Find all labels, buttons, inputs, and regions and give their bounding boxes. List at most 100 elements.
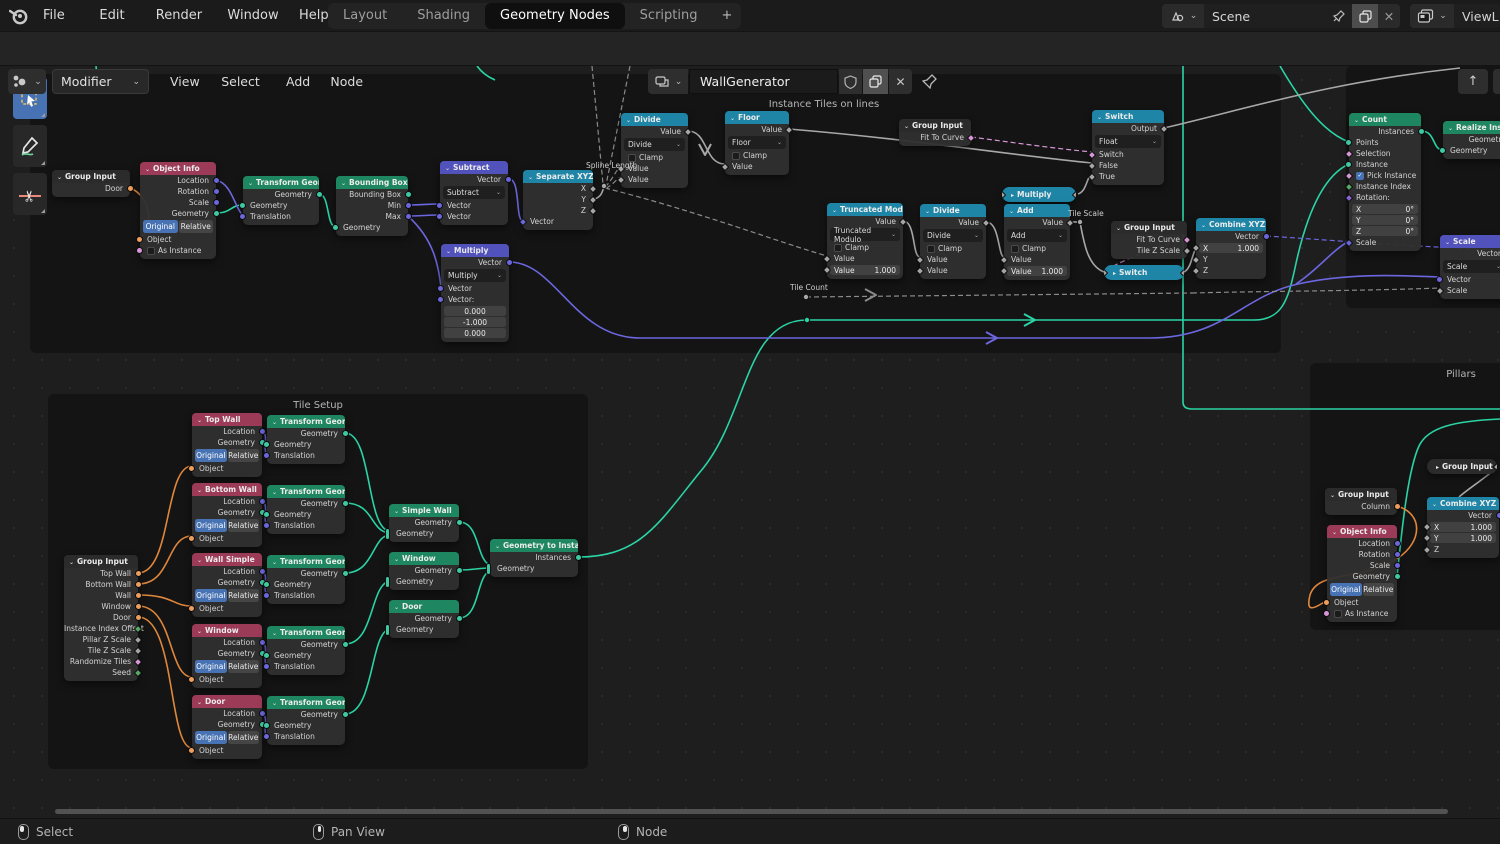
checkbox[interactable] xyxy=(927,244,935,253)
view-layer-browse-button[interactable]: ⌄ xyxy=(1410,4,1454,28)
node-header[interactable]: ⌄ Group Input xyxy=(899,119,971,132)
checkbox[interactable] xyxy=(1334,609,1342,618)
toggle-original[interactable]: Original xyxy=(195,449,227,462)
output-socket[interactable] xyxy=(259,639,266,646)
pin-icon[interactable] xyxy=(1332,9,1346,23)
input-socket[interactable] xyxy=(385,623,390,636)
node-gi-col[interactable]: ⌄ Group Input Column xyxy=(1325,488,1401,515)
node-oi-window[interactable]: ⌄ Window Location Geometry Original Relative O… xyxy=(188,624,266,688)
node-tg-5[interactable]: ⌄Transform GeometryGeometryGeometryTrans… xyxy=(263,696,349,745)
output-socket[interactable] xyxy=(342,500,349,507)
input-socket[interactable] xyxy=(263,581,270,588)
toggle-original[interactable]: Original xyxy=(1330,583,1362,596)
output-socket[interactable] xyxy=(1394,540,1401,547)
node-gi-pill-p[interactable]: ▸ Group Input xyxy=(1427,459,1497,474)
node-header[interactable]: ⌄ Add xyxy=(1004,204,1070,217)
toggle-original[interactable]: Original xyxy=(195,731,227,744)
output-socket[interactable] xyxy=(456,567,463,574)
toggle-relative[interactable]: Relative xyxy=(227,660,259,673)
node-gi-door[interactable]: ⌄ Group Input Door xyxy=(52,170,134,197)
output-socket[interactable] xyxy=(259,428,266,435)
node-realize[interactable]: ⌄Realize InstancesGeometryGeometry xyxy=(1439,121,1500,159)
editor-menu-view[interactable]: View xyxy=(160,66,210,98)
input-socket[interactable] xyxy=(263,733,270,740)
node-row-scale[interactable]: Scale ⌄ xyxy=(1443,260,1500,273)
output-socket[interactable] xyxy=(135,581,142,588)
node-header[interactable]: ⌄ Window xyxy=(389,552,459,565)
node-row-clamp[interactable]: Clamp xyxy=(827,242,903,253)
node-header[interactable]: ⌄ Door xyxy=(192,695,262,708)
cut-links-tool[interactable]: ✂ xyxy=(13,173,47,215)
node-header[interactable]: ⌄ Simple Wall xyxy=(389,504,459,517)
node-oi-doortile[interactable]: ⌄ Door Location Geometry Original Relative Obj… xyxy=(188,695,266,759)
output-socket[interactable] xyxy=(1418,128,1425,135)
input-socket[interactable] xyxy=(136,236,143,243)
output-socket[interactable] xyxy=(135,570,142,577)
toggle-relative[interactable]: Relative xyxy=(227,449,259,462)
node-scale-vec[interactable]: ⌄ Scale Vector Scale ⌄ Vector Scale xyxy=(1435,235,1500,299)
node-header[interactable]: ⌄Transform Geometry xyxy=(243,176,319,189)
node-g2i[interactable]: ⌄Geometry to InstanceInstancesGeometry xyxy=(486,539,582,577)
input-socket[interactable] xyxy=(332,224,339,231)
node-join-door[interactable]: ⌄ Door Geometry Geometry xyxy=(385,600,463,638)
node-header[interactable]: ⌄ Combine XYZ xyxy=(1196,218,1266,231)
menu-render[interactable]: Render xyxy=(146,0,212,32)
input-socket[interactable] xyxy=(263,441,270,448)
output-socket[interactable] xyxy=(405,213,412,220)
node-row-value[interactable]: 0.000 xyxy=(444,328,506,338)
toggle-relative[interactable]: Relative xyxy=(1362,583,1394,596)
pin-icon[interactable] xyxy=(922,73,938,90)
toggle-relative[interactable]: Relative xyxy=(178,220,213,233)
node-tree-copy-button[interactable] xyxy=(863,69,888,94)
input-socket[interactable] xyxy=(1345,161,1352,168)
node-header[interactable]: ⌄Truncated Modulo xyxy=(827,203,903,216)
clipped-button[interactable] xyxy=(1493,69,1500,94)
menu-edit[interactable]: Edit xyxy=(89,0,134,32)
output-socket[interactable] xyxy=(405,202,412,209)
editor-menu-node[interactable]: Node xyxy=(320,66,373,98)
input-socket[interactable] xyxy=(486,562,491,575)
input-socket[interactable] xyxy=(1104,268,1109,277)
output-socket[interactable] xyxy=(405,191,412,198)
output-socket[interactable] xyxy=(506,259,513,266)
output-socket[interactable] xyxy=(1263,233,1270,240)
input-socket[interactable] xyxy=(1323,610,1330,617)
node-header[interactable]: ⌄ Scale xyxy=(1440,235,1500,248)
node-sep-xyz[interactable]: ⌄ Separate XYZ X Y Z Vector xyxy=(518,170,598,230)
checkbox[interactable]: ✓ xyxy=(1356,171,1364,180)
node-header[interactable]: ⌄ Count xyxy=(1349,113,1421,126)
view-layer-name-field[interactable]: ViewL xyxy=(1454,4,1500,28)
node-join-window[interactable]: ⌄ Window Geometry Geometry xyxy=(385,552,463,590)
output-socket[interactable] xyxy=(259,710,266,717)
node-row-add[interactable]: Add ⌄ xyxy=(1007,229,1067,242)
node-row-value[interactable]: -1.000 xyxy=(444,317,506,327)
node-gi-tile[interactable]: ⌄ Group Input Fit To Curve Tile Z Scale xyxy=(1111,221,1192,259)
node-header[interactable]: ⌄ Window xyxy=(192,624,262,637)
node-div-1[interactable]: ⌄ Divide Value Divide ⌄ Clamp Value Value xyxy=(616,113,693,188)
node-row-value[interactable]: Value 1.000 xyxy=(1007,266,1067,276)
node-header[interactable]: ⌄ Object Info xyxy=(1327,525,1397,538)
node-header[interactable]: ⌄Transform Geometry xyxy=(267,485,345,498)
node-header[interactable]: ⌄ Group Input xyxy=(64,555,138,568)
node-row-value[interactable]: Value 1.000 xyxy=(830,265,900,275)
node-header[interactable]: ⌄ Bottom Wall xyxy=(192,483,262,496)
node-oi-bottom[interactable]: ⌄ Bottom Wall Location Geometry Original Rela… xyxy=(188,483,266,547)
output-socket[interactable] xyxy=(1496,512,1500,519)
input-socket[interactable] xyxy=(188,535,195,542)
node-oi-pillars[interactable]: ⌄ Object Info Location Rotation Scale Geometr… xyxy=(1323,525,1401,622)
output-socket[interactable] xyxy=(135,592,142,599)
node-header[interactable]: ⌄ Wall Simple xyxy=(192,553,262,566)
input-socket[interactable] xyxy=(239,202,246,209)
output-socket[interactable] xyxy=(1492,462,1497,471)
node-add-m[interactable]: ⌄ Add Value Add ⌄ Clamp Value Value 1.000 xyxy=(999,204,1075,280)
output-socket[interactable] xyxy=(259,568,266,575)
node-header[interactable]: ⌄ Group Input xyxy=(1111,221,1187,234)
node-tree-name-input[interactable]: WallGenerator xyxy=(689,69,838,94)
blender-logo-icon[interactable] xyxy=(9,7,29,25)
toggle-relative[interactable]: Relative xyxy=(227,589,259,602)
output-socket[interactable] xyxy=(1394,551,1401,558)
output-socket[interactable] xyxy=(213,177,220,184)
output-socket[interactable] xyxy=(1394,573,1401,580)
checkbox[interactable] xyxy=(834,243,842,252)
node-gi-fit[interactable]: ⌄ Group Input Fit To Curve xyxy=(899,119,976,146)
